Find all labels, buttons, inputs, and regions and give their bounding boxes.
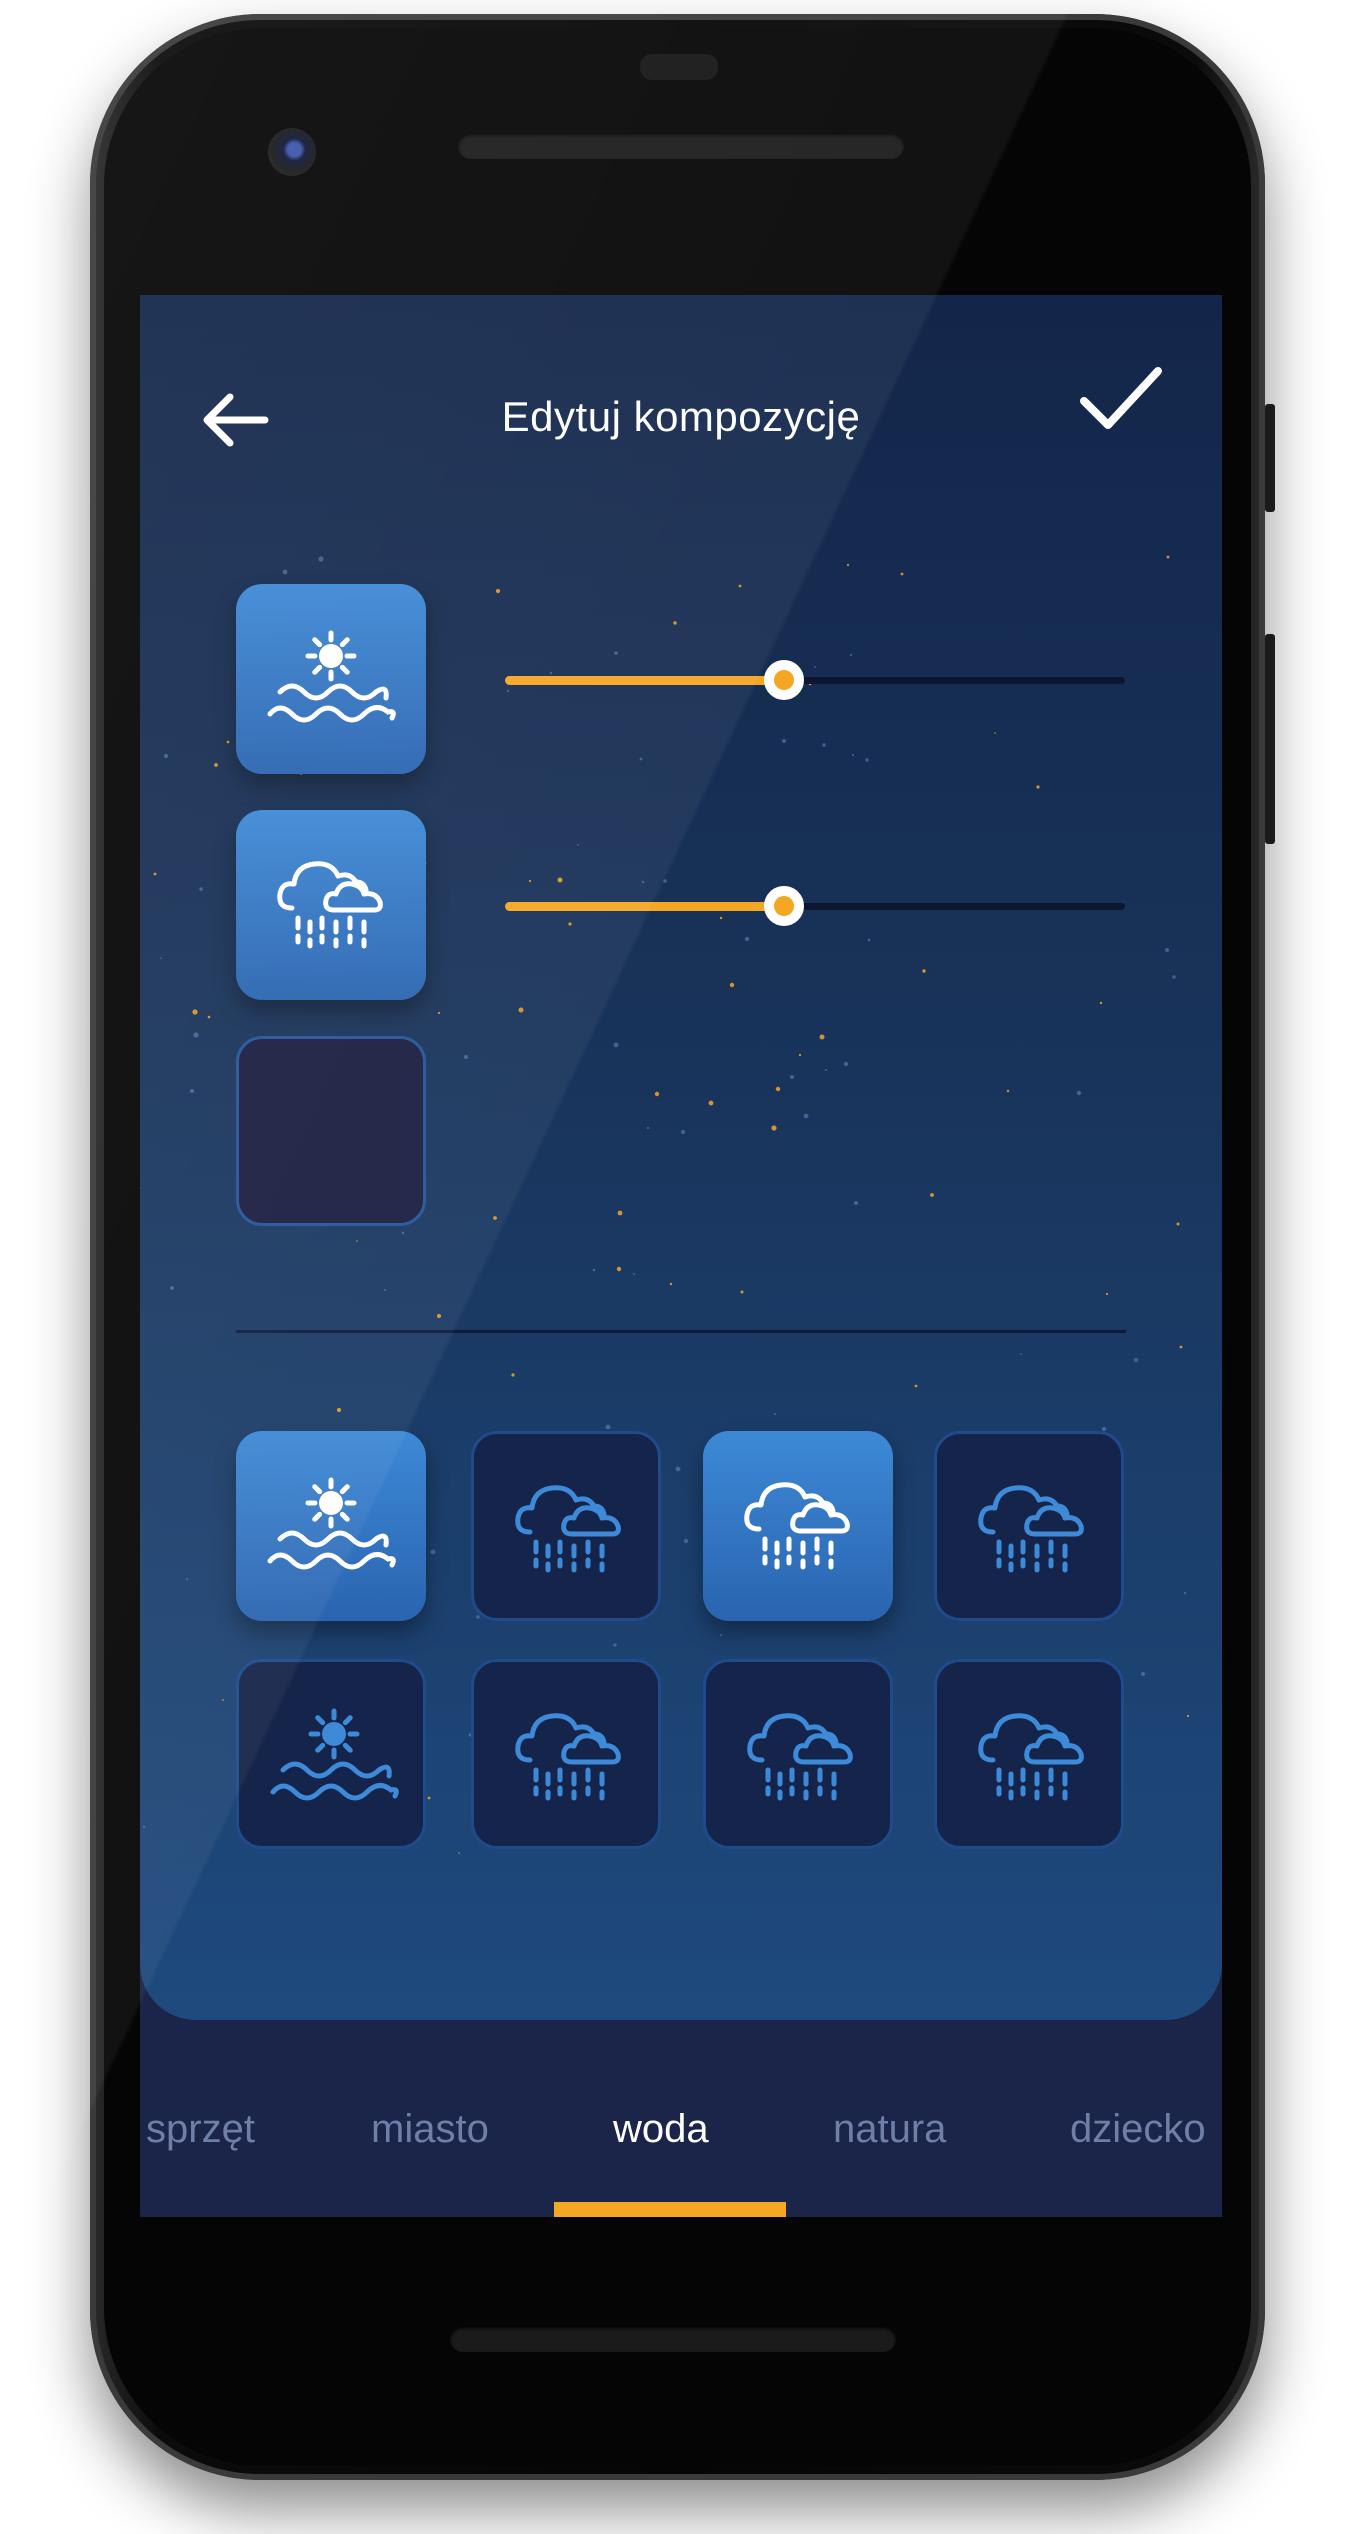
volume-slider[interactable] (505, 660, 1125, 700)
composition-slot[interactable] (236, 810, 426, 1000)
tab-dziecko[interactable]: dziecko (1070, 2107, 1206, 2152)
sound-tile[interactable] (471, 1431, 661, 1621)
tab-woda[interactable]: woda (613, 2107, 709, 2152)
composition-slot[interactable] (236, 584, 426, 774)
sound-tile[interactable] (236, 1431, 426, 1621)
volume-slider[interactable] (505, 886, 1125, 926)
editor-panel: Edytuj kompozycję (140, 295, 1222, 2020)
sound-tile[interactable] (934, 1659, 1124, 1849)
sun-waves-icon (270, 1708, 399, 1801)
top-bar: Edytuj kompozycję (140, 295, 1222, 525)
sound-tile[interactable] (703, 1659, 893, 1849)
sun-waves-icon (267, 1477, 396, 1570)
cloud-rain-icon (515, 1713, 621, 1801)
slider-thumb[interactable] (764, 886, 804, 926)
check-icon (1080, 367, 1162, 429)
active-tab-indicator (554, 2202, 786, 2217)
confirm-button[interactable] (1070, 355, 1170, 445)
earpiece-speaker (458, 133, 904, 159)
page-title: Edytuj kompozycję (501, 393, 861, 440)
arrow-left-icon (203, 393, 269, 447)
cloud-rain-icon (515, 1485, 621, 1573)
power-button (1265, 634, 1275, 844)
composition-slot[interactable] (236, 1036, 426, 1226)
sound-tile[interactable] (934, 1431, 1124, 1621)
tab-miasto[interactable]: miasto (371, 2107, 489, 2152)
cloud-rain-icon (747, 1713, 853, 1801)
app-screen: Edytuj kompozycję sprzęt miasto woda nat… (140, 295, 1222, 2217)
cloud-rain-icon (277, 861, 383, 949)
cloud-rain-icon (744, 1482, 850, 1570)
sun-waves-icon (267, 630, 396, 723)
sound-tile[interactable] (703, 1431, 893, 1621)
divider (236, 1330, 1126, 1333)
cloud-rain-icon (978, 1713, 1084, 1801)
sound-tile[interactable] (236, 1659, 426, 1849)
sound-tile[interactable] (471, 1659, 661, 1849)
slider-fill (505, 902, 784, 911)
tab-natura[interactable]: natura (833, 2107, 946, 2152)
slider-fill (505, 676, 784, 685)
front-camera (268, 128, 316, 176)
cloud-rain-icon (978, 1485, 1084, 1573)
slider-thumb[interactable] (764, 660, 804, 700)
volume-button (1265, 404, 1275, 512)
back-button[interactable] (190, 375, 280, 465)
tab-sprzet[interactable]: sprzęt (146, 2107, 255, 2152)
bottom-speaker (450, 2326, 896, 2352)
proximity-sensor (640, 54, 718, 80)
